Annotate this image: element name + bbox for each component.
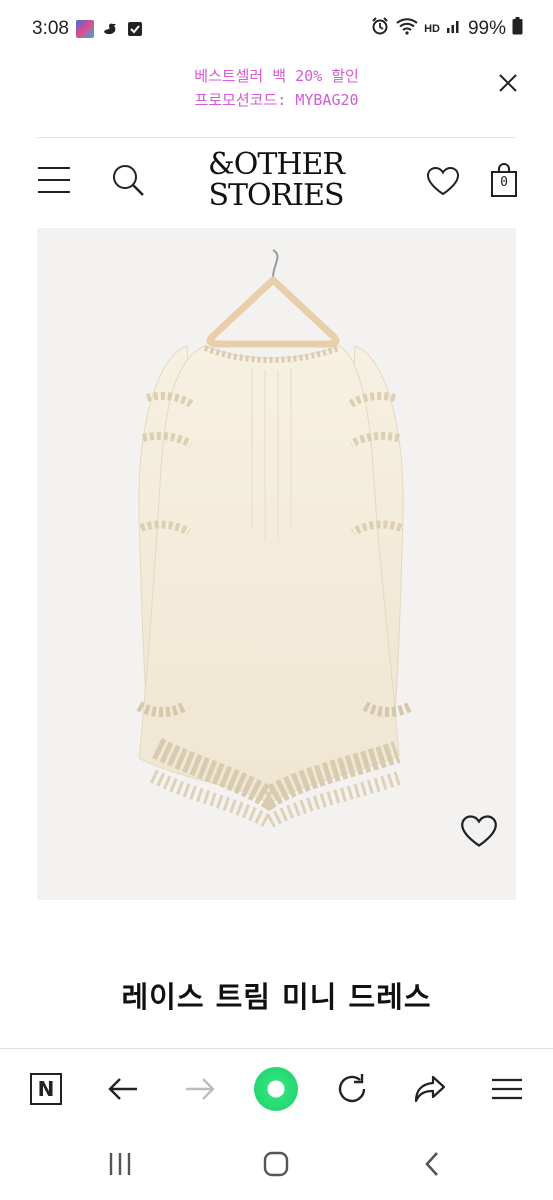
logo-line1: &OTHER — [208, 147, 345, 182]
status-left: 3:08 — [32, 18, 144, 40]
hd-voice-icon: HD — [424, 22, 440, 35]
cart-count: 0 — [500, 175, 508, 190]
more-menu-button[interactable] — [485, 1067, 529, 1111]
refresh-button[interactable] — [330, 1067, 374, 1111]
bird-notification-icon — [101, 20, 119, 38]
heart-icon — [426, 166, 460, 196]
dress-illustration — [136, 249, 414, 831]
logo-line2: STORIES — [208, 178, 344, 213]
arrow-left-icon — [108, 1078, 137, 1100]
home-nav-button[interactable] — [256, 1148, 296, 1180]
status-time: 3:08 — [32, 18, 69, 39]
cart-button[interactable]: 0 — [486, 160, 522, 200]
arrow-right-icon — [186, 1078, 215, 1100]
hamburger-icon — [492, 1078, 522, 1100]
close-icon[interactable] — [497, 72, 519, 94]
home-circle-icon — [263, 1151, 289, 1177]
promo-banner: 베스트셀러 백 20% 할인 프로모션코드: MYBAG20 — [0, 60, 553, 138]
green-dot-icon — [254, 1067, 298, 1111]
signal-icon — [446, 18, 462, 40]
share-button[interactable] — [408, 1067, 452, 1111]
home-letter: N — [37, 1077, 55, 1101]
alarm-icon — [370, 16, 390, 42]
hamburger-icon — [38, 167, 70, 193]
system-nav-bar — [0, 1128, 553, 1200]
menu-button[interactable] — [34, 160, 74, 200]
search-button[interactable] — [108, 160, 148, 200]
status-bar: 3:08 HD 99% — [0, 0, 553, 58]
forward-button[interactable] — [178, 1067, 222, 1111]
status-right: HD 99% — [370, 16, 523, 42]
wishlist-button[interactable] — [423, 162, 463, 200]
promo-text-line1: 베스트셀러 백 20% 할인 — [194, 67, 359, 85]
chevron-left-icon — [425, 1152, 438, 1176]
wifi-icon — [396, 17, 418, 41]
green-dot-button[interactable] — [254, 1067, 298, 1111]
back-button[interactable] — [101, 1067, 145, 1111]
browser-toolbar: N — [0, 1048, 553, 1128]
promo-code-link[interactable]: 프로모션코드: MYBAG20 — [0, 88, 553, 113]
check-notification-icon — [126, 20, 144, 38]
refresh-icon — [338, 1074, 366, 1103]
share-icon — [414, 1075, 446, 1103]
site-header: &OTHER STORIES 0 — [0, 140, 553, 224]
app-notification-icon — [75, 20, 94, 38]
back-nav-button[interactable] — [412, 1148, 452, 1180]
battery-percent: 99% — [467, 18, 506, 39]
battery-icon — [512, 17, 523, 41]
recent-apps-icon — [109, 1153, 131, 1175]
recent-apps-button[interactable] — [100, 1148, 140, 1180]
naver-n-icon: N — [30, 1073, 62, 1105]
home-button[interactable]: N — [24, 1067, 68, 1111]
heart-icon — [461, 815, 497, 847]
product-wishlist-button[interactable] — [460, 814, 498, 850]
search-icon — [113, 165, 144, 196]
product-title: 레이스 트림 미니 드레스 — [121, 980, 432, 1014]
divider — [37, 137, 516, 138]
brand-logo[interactable]: &OTHER STORIES — [195, 149, 357, 211]
product-image[interactable] — [37, 228, 516, 900]
